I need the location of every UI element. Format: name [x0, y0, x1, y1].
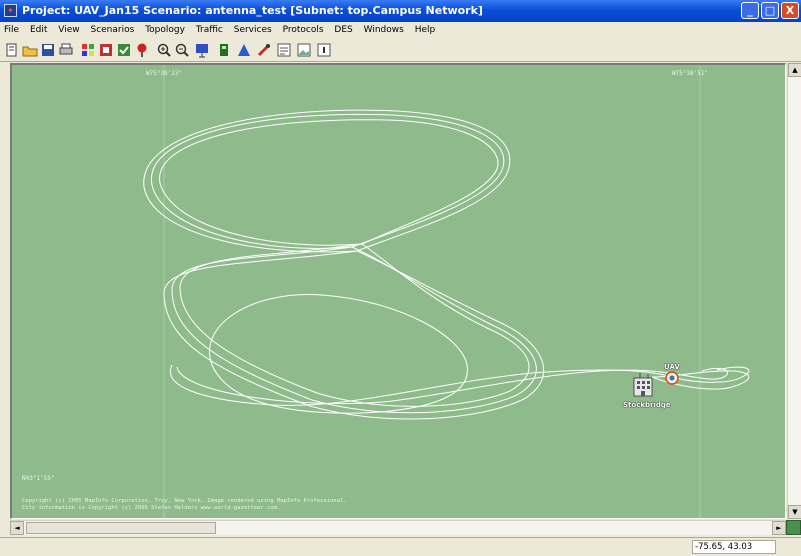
open-folder-icon[interactable] [22, 42, 38, 58]
menu-view[interactable]: View [54, 22, 83, 39]
coord-label-top-left: W75°39'23" [146, 70, 183, 77]
info-icon[interactable] [316, 42, 332, 58]
clear-icon[interactable] [256, 42, 272, 58]
configure-icon[interactable] [98, 42, 114, 58]
coord-label-top-right: W75°38'51" [672, 70, 709, 77]
view-results-icon[interactable] [216, 42, 232, 58]
map-overview-icon[interactable] [786, 520, 801, 535]
menu-file[interactable]: File [0, 22, 23, 39]
menu-edit[interactable]: Edit [26, 22, 51, 39]
flight-track-map [143, 65, 750, 518]
app-icon[interactable]: ✦ [4, 4, 17, 17]
minimize-button[interactable]: _ [741, 2, 759, 19]
maximize-button[interactable]: □ [761, 2, 779, 19]
map-copyright: Copyright (c) 2005 MapInfo Corporation, … [22, 498, 347, 512]
copyright-line-1: Copyright (c) 2005 MapInfo Corporation, … [22, 498, 347, 504]
menu-bar: File Edit View Scenarios Topology Traffi… [0, 22, 801, 39]
scroll-right-button[interactable]: ► [772, 521, 786, 535]
menu-protocols[interactable]: Protocols [279, 22, 328, 39]
menu-help[interactable]: Help [411, 22, 440, 39]
zoom-out-icon[interactable] [174, 42, 190, 58]
uav-flight-track [143, 109, 750, 420]
check-model-icon[interactable] [116, 42, 132, 58]
menu-windows[interactable]: Windows [360, 22, 408, 39]
scroll-down-button[interactable]: ▼ [788, 505, 801, 519]
cursor-coordinates: -75.65, 43.03 [692, 540, 776, 554]
uav-label: UAV [664, 363, 680, 371]
copyright-line-2: City information is Copyright (c) 2005 S… [22, 505, 281, 511]
map-canvas[interactable]: W75°39'23" W75°38'51" N43°1'55" UAV Stoc… [10, 63, 786, 519]
statistics-icon[interactable] [236, 42, 252, 58]
zoom-in-icon[interactable] [156, 42, 172, 58]
status-bar: -75.65, 43.03 [0, 537, 801, 556]
horizontal-scroll-thumb[interactable] [26, 522, 216, 534]
menu-scenarios[interactable]: Scenarios [86, 22, 138, 39]
menu-des[interactable]: DES [330, 22, 356, 39]
image-icon[interactable] [296, 42, 312, 58]
fail-node-icon[interactable] [134, 42, 150, 58]
new-project-icon[interactable] [4, 42, 20, 58]
uav-node[interactable] [665, 371, 679, 385]
stockbridge-label: Stockbridge [623, 401, 671, 409]
menu-topology[interactable]: Topology [141, 22, 189, 39]
palette-icon[interactable] [80, 42, 96, 58]
close-button[interactable]: X [781, 2, 799, 19]
toolbar [0, 39, 801, 62]
web-report-icon[interactable] [276, 42, 292, 58]
save-icon[interactable] [40, 42, 56, 58]
title-bar[interactable]: ✦ Project: UAV_Jan15 Scenario: antenna_t… [0, 0, 801, 22]
coord-label-bottom-left: N43°1'55" [22, 475, 55, 482]
scroll-up-button[interactable]: ▲ [788, 63, 801, 77]
run-simulation-icon[interactable] [194, 42, 210, 58]
scroll-left-button[interactable]: ◄ [10, 521, 24, 535]
horizontal-scrollbar[interactable]: ◄ ► [10, 520, 786, 535]
menu-traffic[interactable]: Traffic [192, 22, 227, 39]
vertical-scrollbar[interactable]: ▲ ▼ [787, 63, 801, 519]
print-icon[interactable] [58, 42, 74, 58]
menu-services[interactable]: Services [230, 22, 276, 39]
stockbridge-building-icon[interactable] [633, 373, 653, 397]
window-title: Project: UAV_Jan15 Scenario: antenna_tes… [22, 4, 483, 17]
